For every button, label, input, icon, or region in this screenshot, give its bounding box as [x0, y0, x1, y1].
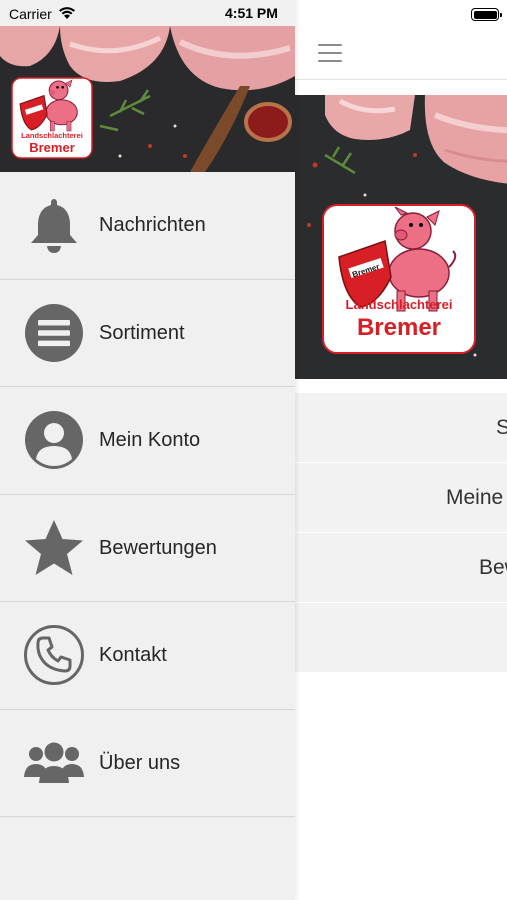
bell-icon — [23, 194, 85, 256]
main-menu-row-label: Bew — [479, 556, 507, 579]
hero-banner-image: Bremer Landschlachterei Bremer — [295, 95, 507, 379]
star-icon — [23, 517, 85, 579]
drawer-item-nachrichten[interactable]: Nachrichten — [0, 172, 295, 280]
main-menu-row-label: Meine — [446, 486, 504, 509]
wifi-icon — [58, 6, 76, 23]
drawer-item-label: Bewertungen — [99, 536, 217, 559]
drawer-item-sortiment[interactable]: Sortiment — [0, 280, 295, 387]
drawer-logo-line1: Landschlachterei — [21, 131, 83, 140]
drawer-item-label: Über uns — [99, 751, 181, 774]
drawer-item-mein-konto[interactable]: Mein Konto — [0, 387, 295, 495]
main-menu-row[interactable]: S — [295, 393, 507, 463]
app-screen: Bremer Landschlachterei Bremer S Meine B… — [0, 0, 507, 900]
drawer-item-label: Mein Konto — [99, 429, 201, 451]
logo-line2: Bremer — [357, 314, 441, 341]
drawer-item-bewertungen[interactable]: Bewertungen — [0, 495, 295, 602]
battery-icon — [471, 8, 502, 21]
main-menu-row-label: S — [496, 393, 507, 462]
carrier-label: Carrier — [9, 6, 52, 22]
drawer-item-label: Kontakt — [99, 644, 167, 666]
group-icon — [23, 732, 85, 794]
drawer-item-ueber-uns[interactable]: Über uns — [0, 710, 295, 817]
logo-line1: Landschlachterei — [346, 297, 453, 312]
side-drawer: Landschlachterei Bremer Nachrichten Sort… — [0, 0, 295, 900]
status-bar-left: Carrier — [9, 5, 76, 23]
drawer-header: Landschlachterei Bremer — [0, 26, 295, 172]
list-circle-icon — [23, 302, 85, 364]
drawer-menu: Nachrichten Sortiment Mein Konto Bewertu… — [0, 172, 295, 817]
hero-banner: Bremer Landschlachterei Bremer — [295, 95, 507, 379]
user-circle-icon — [23, 409, 85, 471]
main-menu-row[interactable]: Meine — [295, 463, 507, 533]
hamburger-icon[interactable] — [318, 44, 342, 62]
drawer-item-label: Sortiment — [99, 321, 185, 344]
drawer-header-image: Landschlachterei Bremer — [0, 26, 295, 172]
main-menu-row[interactable]: Bew — [295, 533, 507, 603]
phone-icon — [23, 624, 85, 686]
main-menu-row[interactable] — [295, 603, 507, 673]
drawer-logo-line2: Bremer — [29, 140, 75, 155]
status-time: 4:51 PM — [225, 5, 278, 21]
drawer-item-label: Nachrichten — [99, 214, 206, 236]
drawer-item-kontakt[interactable]: Kontakt — [0, 602, 295, 710]
main-menu: S Meine Bew — [295, 393, 507, 673]
